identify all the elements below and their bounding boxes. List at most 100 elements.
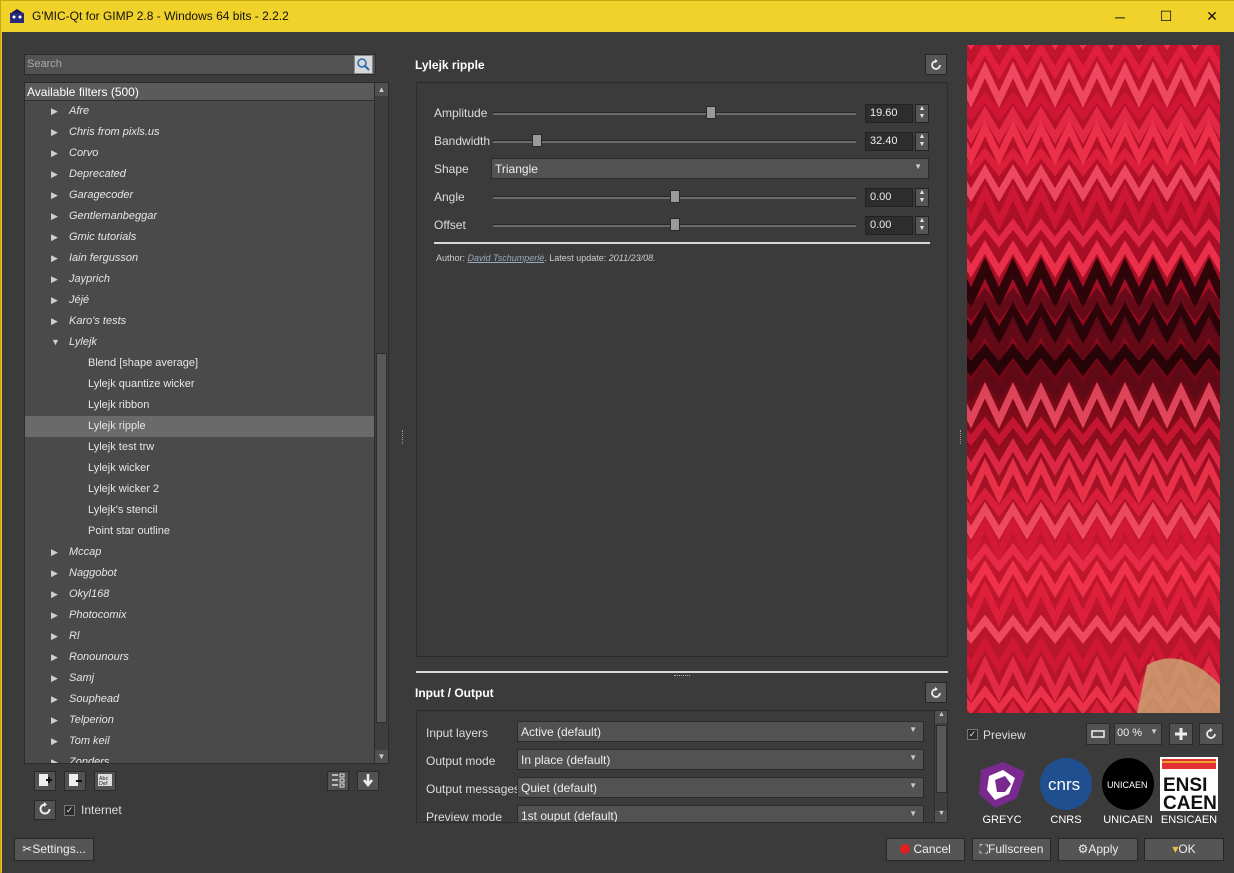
angle-spin-arrows-icon[interactable]: ▲ ▼ [915,188,929,207]
search-icon[interactable] [354,55,373,74]
filter-item[interactable]: Lylejk's stencil [25,500,375,521]
left-splitter-grip-icon[interactable] [402,430,404,444]
amplitude-slider[interactable] [493,112,856,115]
filter-category[interactable]: ▶ Gmic tutorials [25,227,375,248]
reset-params-button[interactable] [925,54,947,75]
collapsed-arrow-icon[interactable]: ▶ [51,647,61,668]
collapsed-arrow-icon[interactable]: ▶ [51,584,61,605]
splitter-grip-icon[interactable] [674,675,690,678]
filter-category[interactable]: ▶ Souphead [25,689,375,710]
amplitude-spinbox[interactable]: 19.60 [865,104,913,123]
bandwidth-spin-arrows-icon[interactable]: ▲ ▼ [915,132,929,151]
filter-item[interactable]: Lylejk ribbon [25,395,375,416]
filter-item[interactable]: Blend [shape average] [25,353,375,374]
author-link[interactable]: David Tschumperlé [468,253,545,263]
search-input[interactable]: Search [24,54,376,75]
collapsed-arrow-icon[interactable]: ▶ [51,710,61,731]
output-mode-dropdown[interactable]: In place (default) ▼ [517,749,924,770]
ok-button[interactable]: ▾OK [1144,838,1224,861]
collapsed-arrow-icon[interactable]: ▶ [51,248,61,269]
collapsed-arrow-icon[interactable]: ▶ [51,164,61,185]
reset-io-button[interactable] [925,682,947,703]
scroll-down-arrow-icon[interactable]: ▼ [375,750,388,763]
filter-category[interactable]: ▶ Rl [25,626,375,647]
input-layers-dropdown[interactable]: Active (default) ▼ [517,721,924,742]
select-filters-button[interactable] [327,771,349,791]
collapsed-arrow-icon[interactable]: ▶ [51,269,61,290]
filter-category[interactable]: ▶ Gentlemanbeggar [25,206,375,227]
preview-image[interactable] [967,45,1220,713]
filter-category[interactable]: ▼ Lylejk [25,332,375,353]
collapsed-arrow-icon[interactable]: ▶ [51,143,61,164]
expanded-arrow-icon[interactable]: ▼ [51,332,61,353]
filter-item[interactable]: Lylejk quantize wicker [25,374,375,395]
bandwidth-slider[interactable] [493,140,856,143]
preview-mode-dropdown[interactable]: 1st ouput (default) ▼ [517,805,924,822]
refresh-filters-button[interactable] [34,800,56,820]
filter-category[interactable]: ▶ Tom keil [25,731,375,752]
offset-spinbox[interactable]: 0.00 [865,216,913,235]
right-splitter-grip-icon[interactable] [960,430,962,444]
collapsed-arrow-icon[interactable]: ▶ [51,227,61,248]
filter-category[interactable]: ▶ Mccap [25,542,375,563]
filter-category[interactable]: ▶ Samj [25,668,375,689]
filter-category[interactable]: ▶ Jéjé [25,290,375,311]
cancel-button[interactable]: Cancel [886,838,965,861]
scroll-down-arrow-icon[interactable]: ▼ [935,810,947,822]
scrollbar-thumb[interactable] [376,353,387,723]
collapsed-arrow-icon[interactable]: ▶ [51,731,61,752]
rename-fave-button[interactable]: Abc Def [94,771,116,791]
offset-spin-arrows-icon[interactable]: ▲ ▼ [915,216,929,235]
collapsed-arrow-icon[interactable]: ▶ [51,689,61,710]
internet-checkbox[interactable]: ✓ [64,805,75,816]
reset-zoom-button[interactable] [1199,723,1223,745]
zoom-combo[interactable]: 00 % ▼ [1114,723,1162,745]
remove-fave-button[interactable] [64,771,86,791]
scroll-up-arrow-icon[interactable]: ▲ [375,83,388,96]
fullscreen-button[interactable]: ⛶Fullscreen [972,838,1051,861]
filter-item[interactable]: Point star outline [25,521,375,542]
filter-category[interactable]: ▶ Jayprich [25,269,375,290]
filter-item[interactable]: Lylejk wicker 2 [25,479,375,500]
zoom-out-button[interactable] [1086,723,1110,745]
filter-category[interactable]: ▶ Naggobot [25,563,375,584]
filter-category[interactable]: ▶ Zonders [25,752,375,763]
collapsed-arrow-icon[interactable]: ▶ [51,626,61,647]
collapsed-arrow-icon[interactable]: ▶ [51,668,61,689]
filters-scrollbar[interactable]: ▲ ▼ [374,83,388,763]
output-messages-dropdown[interactable]: Quiet (default) ▼ [517,777,924,798]
filter-category[interactable]: ▶ Corvo [25,143,375,164]
add-fave-button[interactable] [34,771,56,791]
angle-slider-handle[interactable] [669,190,680,203]
amplitude-spin-arrows-icon[interactable]: ▲ ▼ [915,104,929,123]
apply-button[interactable]: ⚙Apply [1058,838,1138,861]
filter-category[interactable]: ▶ Telperion [25,710,375,731]
angle-spinbox[interactable]: 0.00 [865,188,913,207]
preview-checkbox[interactable]: ✓ [967,729,978,740]
filter-category[interactable]: ▶ Deprecated [25,164,375,185]
close-window-button[interactable]: ✕ [1189,1,1234,32]
bandwidth-slider-handle[interactable] [531,134,542,147]
collapsed-arrow-icon[interactable]: ▶ [51,122,61,143]
collapsed-arrow-icon[interactable]: ▶ [51,311,61,332]
filter-category[interactable]: ▶ Iain fergusson [25,248,375,269]
filter-category[interactable]: ▶ Photocomix [25,605,375,626]
collapsed-arrow-icon[interactable]: ▶ [51,290,61,311]
filter-category[interactable]: ▶ Afre [25,101,375,122]
filter-category[interactable]: ▶ Chris from pixls.us [25,122,375,143]
collapsed-arrow-icon[interactable]: ▶ [51,185,61,206]
filter-item[interactable]: Lylejk test trw [25,437,375,458]
offset-slider-handle[interactable] [669,218,680,231]
collapsed-arrow-icon[interactable]: ▶ [51,752,61,763]
filter-category[interactable]: ▶ Karo's tests [25,311,375,332]
filter-item[interactable]: Lylejk wicker [25,458,375,479]
collapsed-arrow-icon[interactable]: ▶ [51,563,61,584]
amplitude-slider-handle[interactable] [705,106,716,119]
collapsed-arrow-icon[interactable]: ▶ [51,206,61,227]
zoom-in-button[interactable] [1169,723,1193,745]
settings-button[interactable]: ✂Settings... [14,838,94,861]
filter-category[interactable]: ▶ Ronounours [25,647,375,668]
collapsed-arrow-icon[interactable]: ▶ [51,101,61,122]
expand-all-button[interactable] [357,771,379,791]
filter-category[interactable]: ▶ Garagecoder [25,185,375,206]
